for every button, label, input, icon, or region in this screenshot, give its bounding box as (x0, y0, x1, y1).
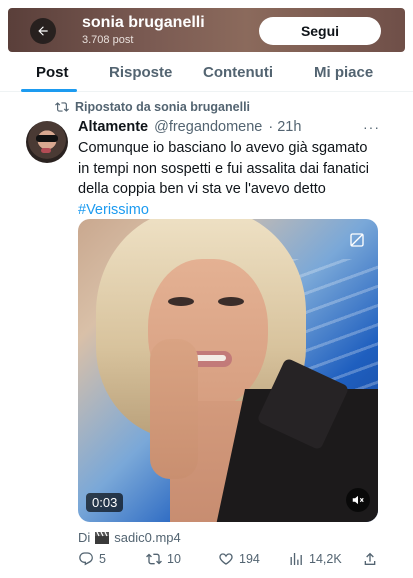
repost-count: 10 (167, 552, 181, 566)
tweet-actions: 5 10 194 14,2K (78, 551, 378, 571)
active-tab-indicator (21, 89, 77, 92)
reply-count: 5 (99, 552, 106, 566)
follow-button[interactable]: Segui (259, 17, 381, 45)
tab-risposte[interactable]: Risposte (109, 64, 172, 81)
tweet-line: in tempi non sospetti e fui assalita dai… (78, 160, 369, 177)
like-button[interactable]: 194 (218, 551, 260, 567)
back-arrow-icon (38, 26, 48, 36)
tweet-line: Comunque io basciano lo avevo già sgamat… (78, 140, 368, 156)
reply-icon (79, 552, 93, 566)
tweet-line: della coppia ben vi sta ve l'avevo detto (78, 181, 326, 197)
tab-contenuti[interactable]: Contenuti (203, 64, 273, 81)
mute-button[interactable] (346, 488, 370, 512)
source-prefix: Di (78, 530, 91, 545)
repost-icon (55, 102, 69, 112)
more-icon[interactable]: ··· (363, 119, 380, 135)
profile-name: sonia bruganelli (82, 14, 205, 31)
views-icon (290, 553, 302, 565)
repost-text: Ripostato da sonia bruganelli (75, 100, 251, 114)
profile-header: sonia bruganelli 3.708 post Segui (8, 8, 405, 52)
repost-button[interactable]: 10 (146, 551, 181, 567)
repost-icon (146, 553, 162, 565)
hashtag-link[interactable]: #Verissimo (78, 200, 398, 221)
video-player[interactable]: 0:03 (78, 219, 378, 522)
tab-post[interactable]: Post (36, 64, 69, 81)
like-count: 194 (239, 552, 260, 566)
author-handle[interactable]: @fregandomene (154, 119, 262, 135)
tab-mi-piace[interactable]: Mi piace (314, 64, 373, 81)
source-link[interactable]: sadic0.mp4 (114, 530, 180, 545)
like-icon (219, 553, 233, 565)
share-icon (364, 552, 376, 565)
views-count: 14,2K (309, 552, 342, 566)
views-button[interactable]: 14,2K (288, 551, 342, 567)
mute-icon (352, 495, 364, 505)
repost-indicator[interactable]: Ripostato da sonia bruganelli (55, 100, 250, 114)
reply-button[interactable]: 5 (78, 551, 106, 567)
tweet-time[interactable]: · 21h (268, 119, 301, 135)
author-name[interactable]: Altamente (78, 119, 148, 135)
blur-toggle-icon[interactable] (348, 231, 366, 249)
share-button[interactable] (362, 551, 378, 567)
back-button[interactable] (30, 18, 56, 44)
tweet-text: Comunque io basciano lo avevo già sgamat… (78, 138, 398, 220)
author-avatar[interactable] (26, 121, 68, 163)
video-source: Di sadic0.mp4 (78, 530, 181, 545)
profile-tabs: Post Risposte Contenuti Mi piace (0, 58, 413, 92)
tweet-header: Altamente @fregandomene · 21h (78, 119, 301, 135)
post-count: 3.708 post (82, 34, 134, 46)
clapper-icon (95, 531, 110, 544)
video-duration: 0:03 (86, 493, 124, 512)
